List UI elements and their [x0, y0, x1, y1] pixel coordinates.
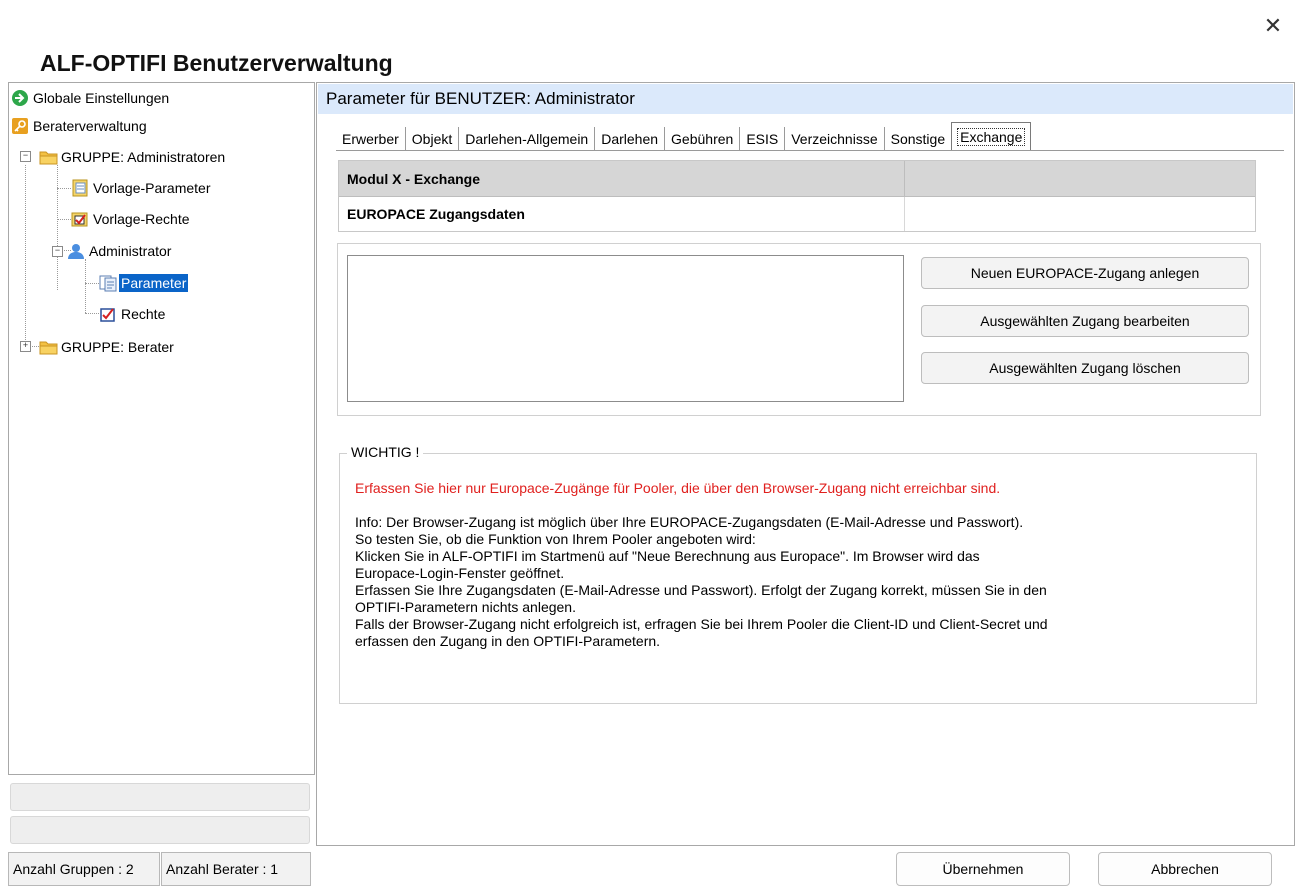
tree-item-administrator[interactable]: Administrator [67, 240, 173, 262]
tree-item-beraterverwaltung[interactable]: Beraterverwaltung [11, 115, 149, 137]
group-folder-icon [39, 148, 58, 166]
tree-item-gruppe-berater[interactable]: GRUPPE: Berater [39, 336, 176, 358]
parameter-header: Parameter für BENUTZER: Administrator [318, 84, 1293, 114]
tree-item-rechte[interactable]: Rechte [99, 303, 167, 325]
expander-gruppe-administratoren[interactable]: − [20, 151, 31, 162]
info-line: OPTIFI-Parametern nichts anlegen. [355, 599, 576, 615]
window-title: ALF-OPTIFI Benutzerverwaltung [40, 50, 393, 76]
tab-strip: Erwerber Objekt Darlehen-Allgemein Darle… [336, 121, 1032, 151]
tab-esis[interactable]: ESIS [740, 127, 786, 151]
info-line: erfassen den Zugang in den OPTIFI-Parame… [355, 633, 661, 649]
info-line: Falls der Browser-Zugang nicht erfolgrei… [355, 616, 1048, 632]
grid-europace-value[interactable] [905, 197, 1255, 231]
tree-item-globale-einstellungen[interactable]: Globale Einstellungen [11, 87, 171, 109]
grid-module-header-value [905, 161, 1255, 197]
tree-item-parameter[interactable]: Parameter [99, 272, 189, 294]
tree-item-vorlage-rechte[interactable]: Vorlage-Rechte [71, 208, 192, 230]
template-rights-icon [71, 210, 89, 228]
left-info-bar-2 [10, 816, 310, 844]
edit-access-button[interactable]: Ausgewählten Zugang bearbeiten [921, 305, 1249, 337]
close-icon: ✕ [1263, 13, 1283, 38]
wichtig-legend: WICHTIG ! [347, 444, 424, 460]
delete-access-button[interactable]: Ausgewählten Zugang löschen [921, 352, 1249, 384]
parameter-icon [99, 274, 117, 292]
info-line: Klicken Sie in ALF-OPTIFI im Startmenü a… [355, 548, 980, 564]
tab-darlehen[interactable]: Darlehen [595, 127, 666, 151]
info-line: Europace-Login-Fenster geöffnet. [355, 565, 565, 581]
globe-arrow-icon [11, 89, 29, 107]
rights-checkbox-icon [99, 305, 117, 323]
info-line: Info: Der Browser-Zugang ist möglich übe… [355, 514, 1024, 530]
tree-item-vorlage-parameter[interactable]: Vorlage-Parameter [71, 177, 213, 199]
grid-module-header: Modul X - Exchange [339, 161, 905, 197]
tab-erwerber[interactable]: Erwerber [336, 127, 406, 151]
access-list[interactable] [347, 255, 904, 402]
tree-item-gruppe-administratoren[interactable]: GRUPPE: Administratoren [39, 146, 227, 168]
close-button[interactable]: ✕ [1256, 10, 1290, 42]
user-icon [67, 242, 85, 260]
tab-verzeichnisse[interactable]: Verzeichnisse [785, 127, 885, 151]
tree-view[interactable]: − − + Globale Einstellungen Beraterverwa… [8, 82, 315, 775]
exchange-grid: Modul X - Exchange EUROPACE Zugangsdaten [338, 160, 1256, 232]
info-line: So testen Sie, ob die Funktion von Ihrem… [355, 531, 756, 547]
tab-gebuehren[interactable]: Gebühren [665, 127, 741, 151]
new-access-button[interactable]: Neuen EUROPACE-Zugang anlegen [921, 257, 1249, 289]
template-parameter-icon [71, 179, 89, 197]
tab-objekt[interactable]: Objekt [406, 127, 460, 151]
status-advisor-count: Anzahl Berater : 1 [161, 852, 311, 886]
info-line: Erfassen Sie Ihre Zugangsdaten (E-Mail-A… [355, 582, 1047, 598]
status-group-count: Anzahl Gruppen : 2 [8, 852, 160, 886]
grid-europace-row[interactable]: EUROPACE Zugangsdaten [339, 197, 905, 231]
expander-administrator[interactable]: − [52, 246, 63, 257]
apply-button[interactable]: Übernehmen [896, 852, 1070, 886]
tab-exchange[interactable]: Exchange [951, 122, 1032, 151]
tab-divider [336, 150, 1284, 151]
expander-gruppe-berater[interactable]: + [20, 341, 31, 352]
key-icon [11, 117, 29, 135]
left-info-bar-1 [10, 783, 310, 811]
cancel-button[interactable]: Abbrechen [1098, 852, 1272, 886]
tab-sonstige[interactable]: Sonstige [885, 127, 951, 151]
tab-darlehen-allgemein[interactable]: Darlehen-Allgemein [459, 127, 596, 151]
warning-text: Erfassen Sie hier nur Europace-Zugänge f… [355, 480, 1001, 496]
group-folder-icon [39, 338, 58, 356]
